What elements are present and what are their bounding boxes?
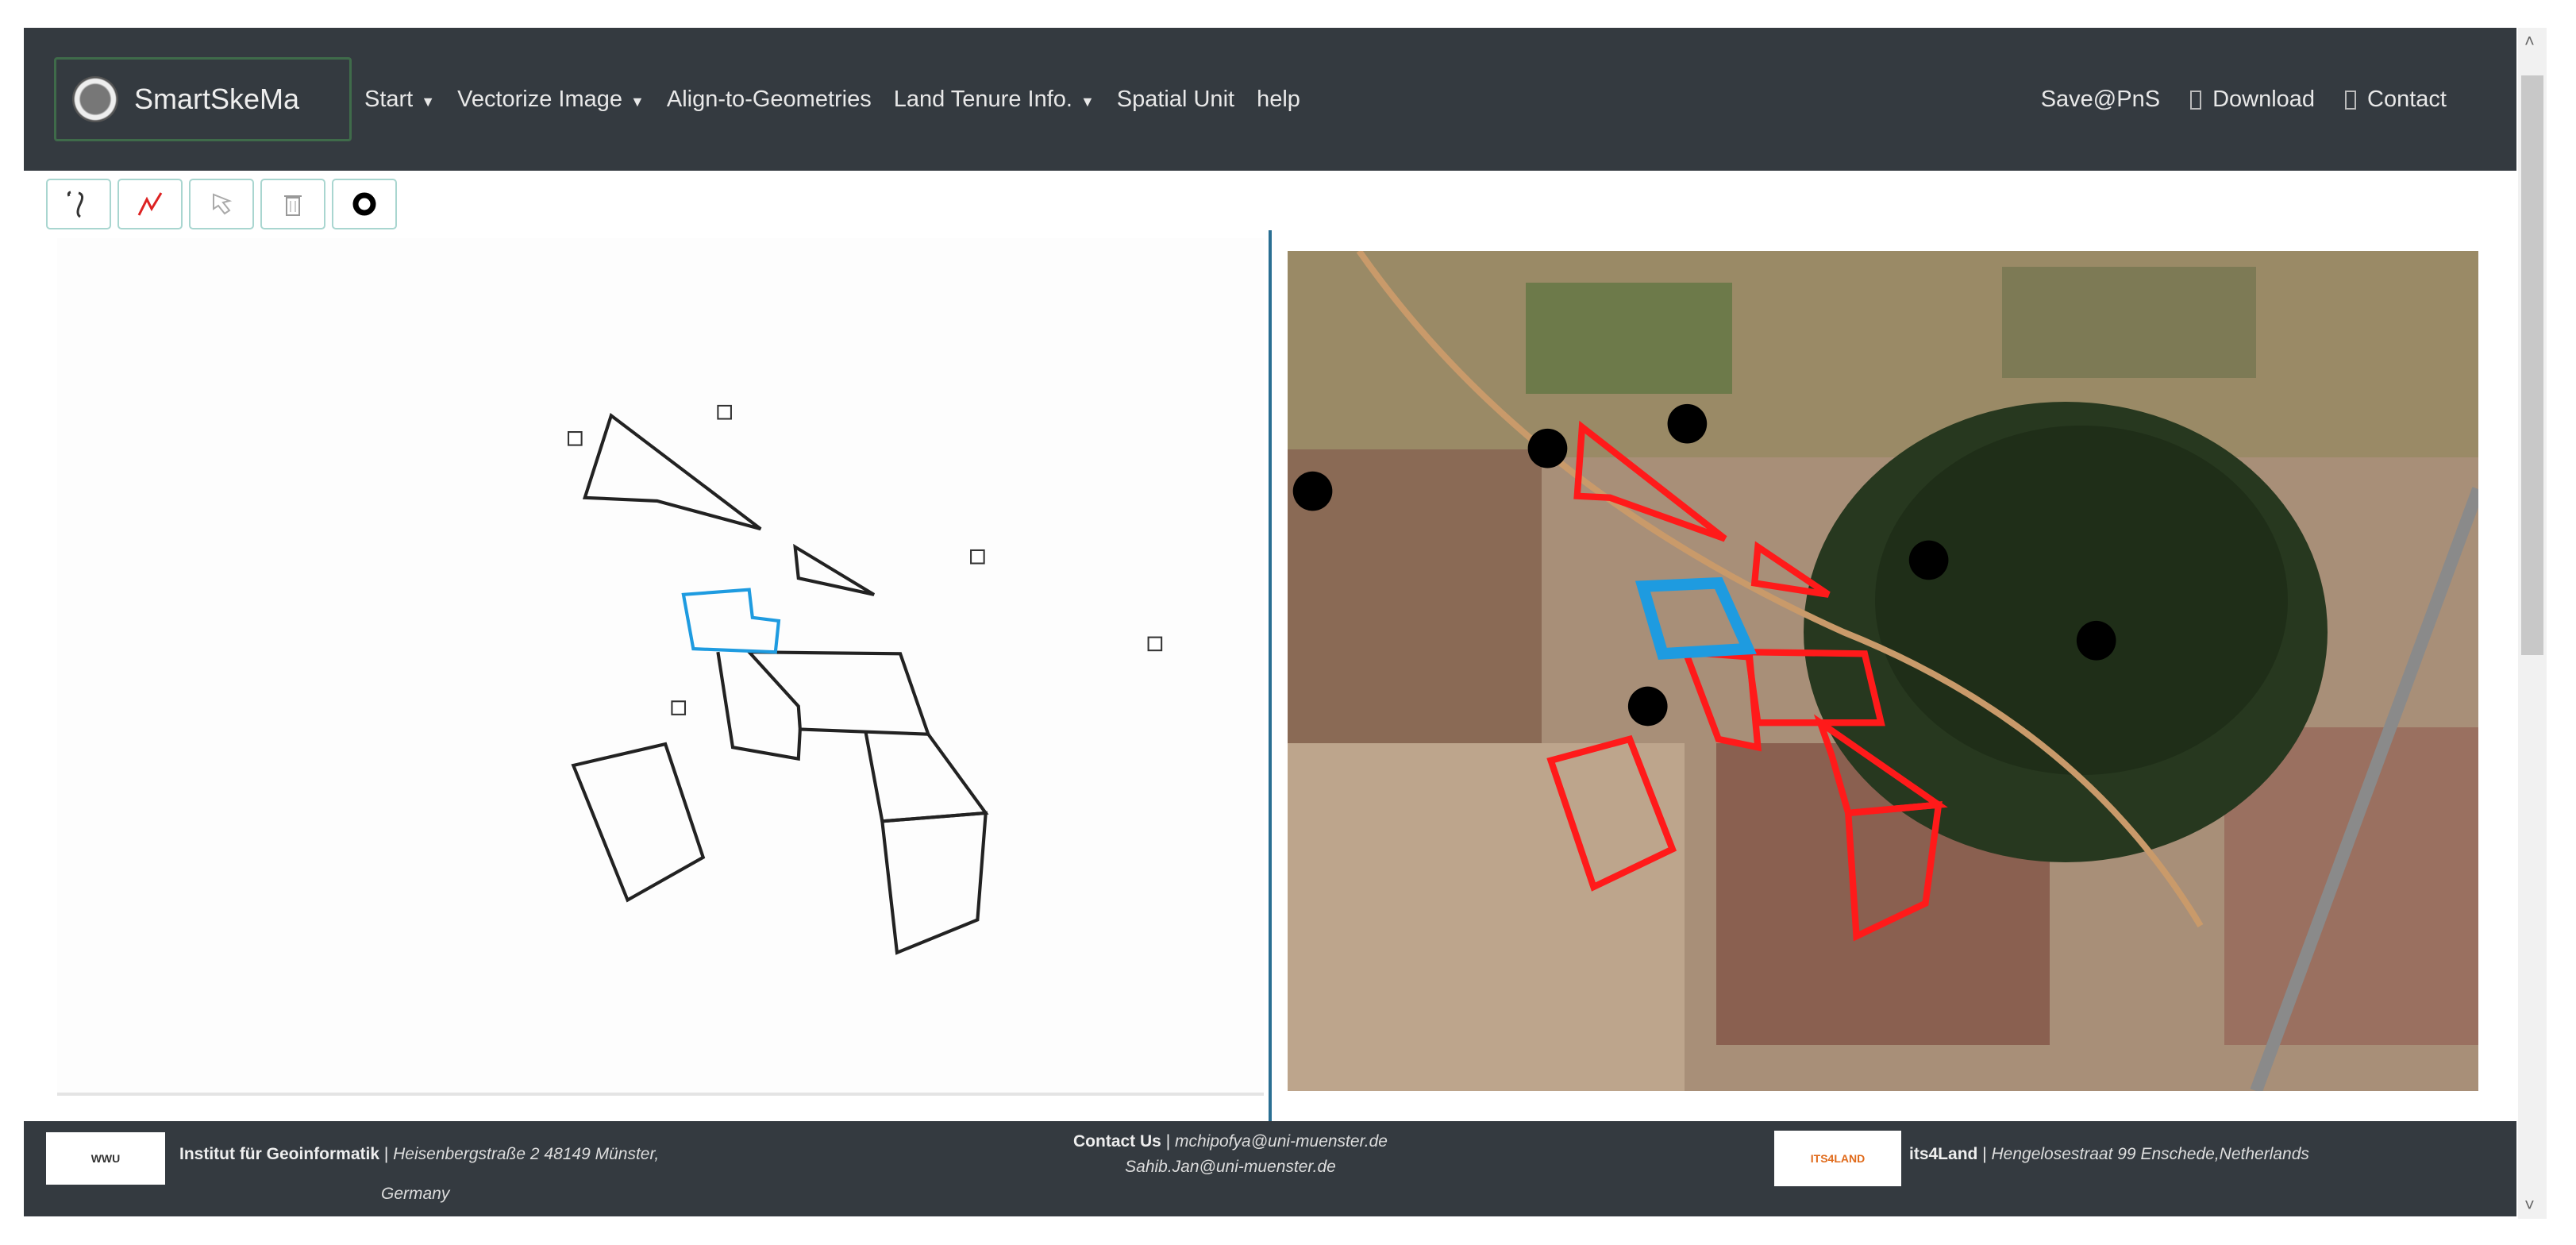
save-pns-link[interactable]: Save@PnS [2041,87,2160,113]
contact-link[interactable]: Contact [2345,87,2447,113]
brand-logo-icon [72,76,118,122]
brand-name: SmartSkeMa [134,83,300,115]
menu-land-tenure-info[interactable]: Land Tenure Info. ▼ [894,87,1095,113]
its4land-info: its4Land | Hengelosestraat 99 Enschede,N… [1909,1145,2309,1163]
its4land-logo: ITS4LAND [1774,1131,1901,1186]
point-marker-button[interactable] [332,179,397,229]
freehand-line-icon [67,191,84,218]
menu-spatial-unit[interactable]: Spatial Unit [1117,87,1234,113]
trash-icon [284,195,302,216]
brand-button[interactable]: SmartSkeMa [54,57,352,141]
navbar: SmartSkeMa Start ▼ Vectorize Image ▼ Align… [24,28,2516,171]
point-marker-icon [352,192,376,216]
satellite-imagery [1288,251,2478,1091]
scrollbar-thumb[interactable] [2521,75,2543,655]
select-pointer-icon [213,193,233,215]
ifgi-country: Germany [381,1185,450,1203]
caret-down-icon: ▼ [421,93,436,110]
footer: WWU Institut für Geoinformatik | Heisenb… [24,1121,2516,1216]
caret-down-icon: ▼ [1080,93,1095,110]
polyline-icon [137,192,163,216]
email-link[interactable]: Sahib.Jan@uni-muenster.de [1125,1158,1336,1176]
sketch-map-canvas[interactable] [57,238,1264,1096]
menu-help[interactable]: help [1257,87,1300,113]
caret-down-icon: ▼ [630,93,645,110]
satellite-base-map[interactable] [1288,251,2478,1091]
select-button[interactable] [189,179,254,229]
contact-info: Contact Us | mchipofya@uni-muenster.de S… [1073,1132,1388,1176]
polyline-button[interactable] [117,179,183,229]
contact-icon [2345,90,2357,110]
scroll-down-icon[interactable]: ˅ [2524,1195,2535,1216]
drawing-toolbar [46,179,397,229]
ifgi-info: Institut für Geoinformatik | Heisenbergs… [179,1145,660,1163]
wwu-logo: WWU [46,1132,165,1185]
menu-vectorize-image[interactable]: Vectorize Image ▼ [457,87,645,113]
email-link[interactable]: mchipofya@uni-muenster.de [1175,1132,1388,1151]
scroll-up-icon[interactable]: ˄ [2524,31,2535,52]
download-icon [2190,90,2202,110]
page-scrollbar[interactable]: ˄ ˅ [2518,28,2547,1219]
download-link[interactable]: Download [2190,87,2315,113]
menu-align-to-geometries[interactable]: Align-to-Geometries [667,87,872,113]
panel-divider[interactable] [1269,230,1272,1127]
freehand-line-button[interactable] [46,179,111,229]
menu-start[interactable]: Start ▼ [364,87,435,113]
delete-button[interactable] [260,179,325,229]
